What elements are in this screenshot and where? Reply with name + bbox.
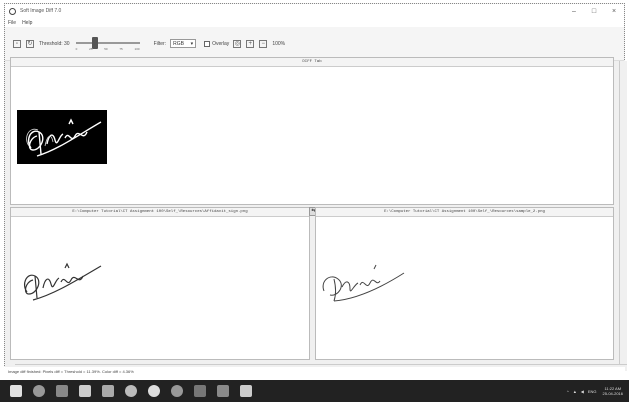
diff-image	[17, 110, 107, 164]
toolbar: ▫ ↻ Threshold: 30 0 25 50 75 100 Filter:…	[5, 27, 624, 61]
diff-panel-title: DIFF Tab	[11, 58, 613, 67]
slider-tick: 0	[75, 46, 78, 51]
left-image-panel: E:\Computer Tutorial\CT Assignment 100\S…	[10, 207, 310, 360]
zoom-out-icon[interactable]: −	[259, 39, 268, 48]
clock-date: 25-04-2016	[602, 391, 623, 396]
windows-start-icon[interactable]	[10, 385, 22, 397]
right-image-panel: E:\Computer Tutorial\CT Assignment 100\S…	[315, 207, 614, 360]
fit-icon[interactable]: ◎	[233, 39, 242, 48]
filter-label: Filter:	[153, 40, 167, 47]
threshold-slider[interactable]: 0 25 50 75 100	[74, 35, 142, 53]
slider-tick: 25	[89, 46, 93, 51]
zoom-level: 100%	[272, 40, 286, 47]
menu-bar: File Help	[5, 18, 624, 27]
left-image-path: E:\Computer Tutorial\CT Assignment 100\S…	[11, 208, 309, 217]
task-view-icon[interactable]	[56, 385, 68, 397]
status-text: Image diff finished: Pixels diff = Thres…	[8, 369, 134, 374]
filter-value: RGB	[173, 40, 184, 47]
filter-select[interactable]: RGB ▾	[170, 39, 197, 48]
vertical-scrollbar[interactable]	[619, 61, 627, 364]
app-logo-icon	[9, 7, 16, 15]
zoom-in-icon[interactable]: +	[246, 39, 255, 48]
threshold-label: Threshold: 30	[39, 40, 70, 47]
right-signature-image	[318, 251, 410, 311]
window-title: Soft Image Diff 7.0	[20, 8, 62, 14]
right-image-path: E:\Computer Tutorial\CT Assignment 100\S…	[316, 208, 613, 217]
system-clock[interactable]: 11:22 AM 25-04-2016	[603, 386, 623, 396]
menu-help[interactable]: Help	[22, 20, 32, 26]
search-icon[interactable]	[33, 385, 45, 397]
windows-taskbar: ^ ▲ ◀ ENG 11:22 AM 25-04-2016	[0, 380, 629, 402]
language-indicator[interactable]: ENG	[588, 389, 597, 394]
left-signature-drawing	[23, 262, 102, 301]
status-bar: Image diff finished: Pixels diff = Thres…	[4, 367, 625, 376]
slider-tick: 100	[134, 46, 140, 51]
browser-icon[interactable]	[125, 385, 137, 397]
title-bar: Soft Image Diff 7.0 – □ ×	[5, 4, 624, 18]
slider-track	[75, 41, 140, 44]
app-pin-icon[interactable]	[194, 385, 206, 397]
system-tray: ^ ▲ ◀ ENG 11:22 AM 25-04-2016	[563, 386, 629, 396]
slider-tick: 75	[119, 46, 123, 51]
signature-diff-drawing	[26, 118, 102, 157]
save-icon[interactable]: ▫	[13, 39, 21, 48]
slider-ticks: 0 25 50 75 100	[76, 47, 140, 53]
slider-tick: 50	[104, 46, 108, 51]
store-icon[interactable]	[102, 385, 114, 397]
overlay-label: Overlay	[212, 40, 230, 47]
left-signature-image	[15, 254, 107, 308]
file-explorer-icon[interactable]	[79, 385, 91, 397]
overlay-checkbox[interactable]	[204, 40, 211, 47]
close-button[interactable]: ×	[604, 8, 624, 15]
chevron-down-icon: ▾	[190, 40, 194, 47]
chrome-icon[interactable]	[148, 385, 160, 397]
image-diff-app-icon[interactable]	[217, 385, 229, 397]
maximize-button[interactable]: □	[584, 8, 604, 15]
chevron-up-icon[interactable]: ^	[567, 389, 569, 394]
network-icon[interactable]: ▲	[573, 389, 577, 394]
refresh-icon[interactable]: ↻	[26, 39, 34, 48]
diff-panel: DIFF Tab	[10, 57, 614, 205]
media-player-icon[interactable]	[171, 385, 183, 397]
right-signature-drawing	[322, 264, 405, 302]
window-controls: – □ ×	[564, 8, 624, 15]
minimize-button[interactable]: –	[564, 8, 584, 15]
volume-icon[interactable]: ◀	[581, 389, 584, 394]
notepad-icon[interactable]	[240, 385, 252, 397]
menu-file[interactable]: File	[8, 20, 16, 26]
